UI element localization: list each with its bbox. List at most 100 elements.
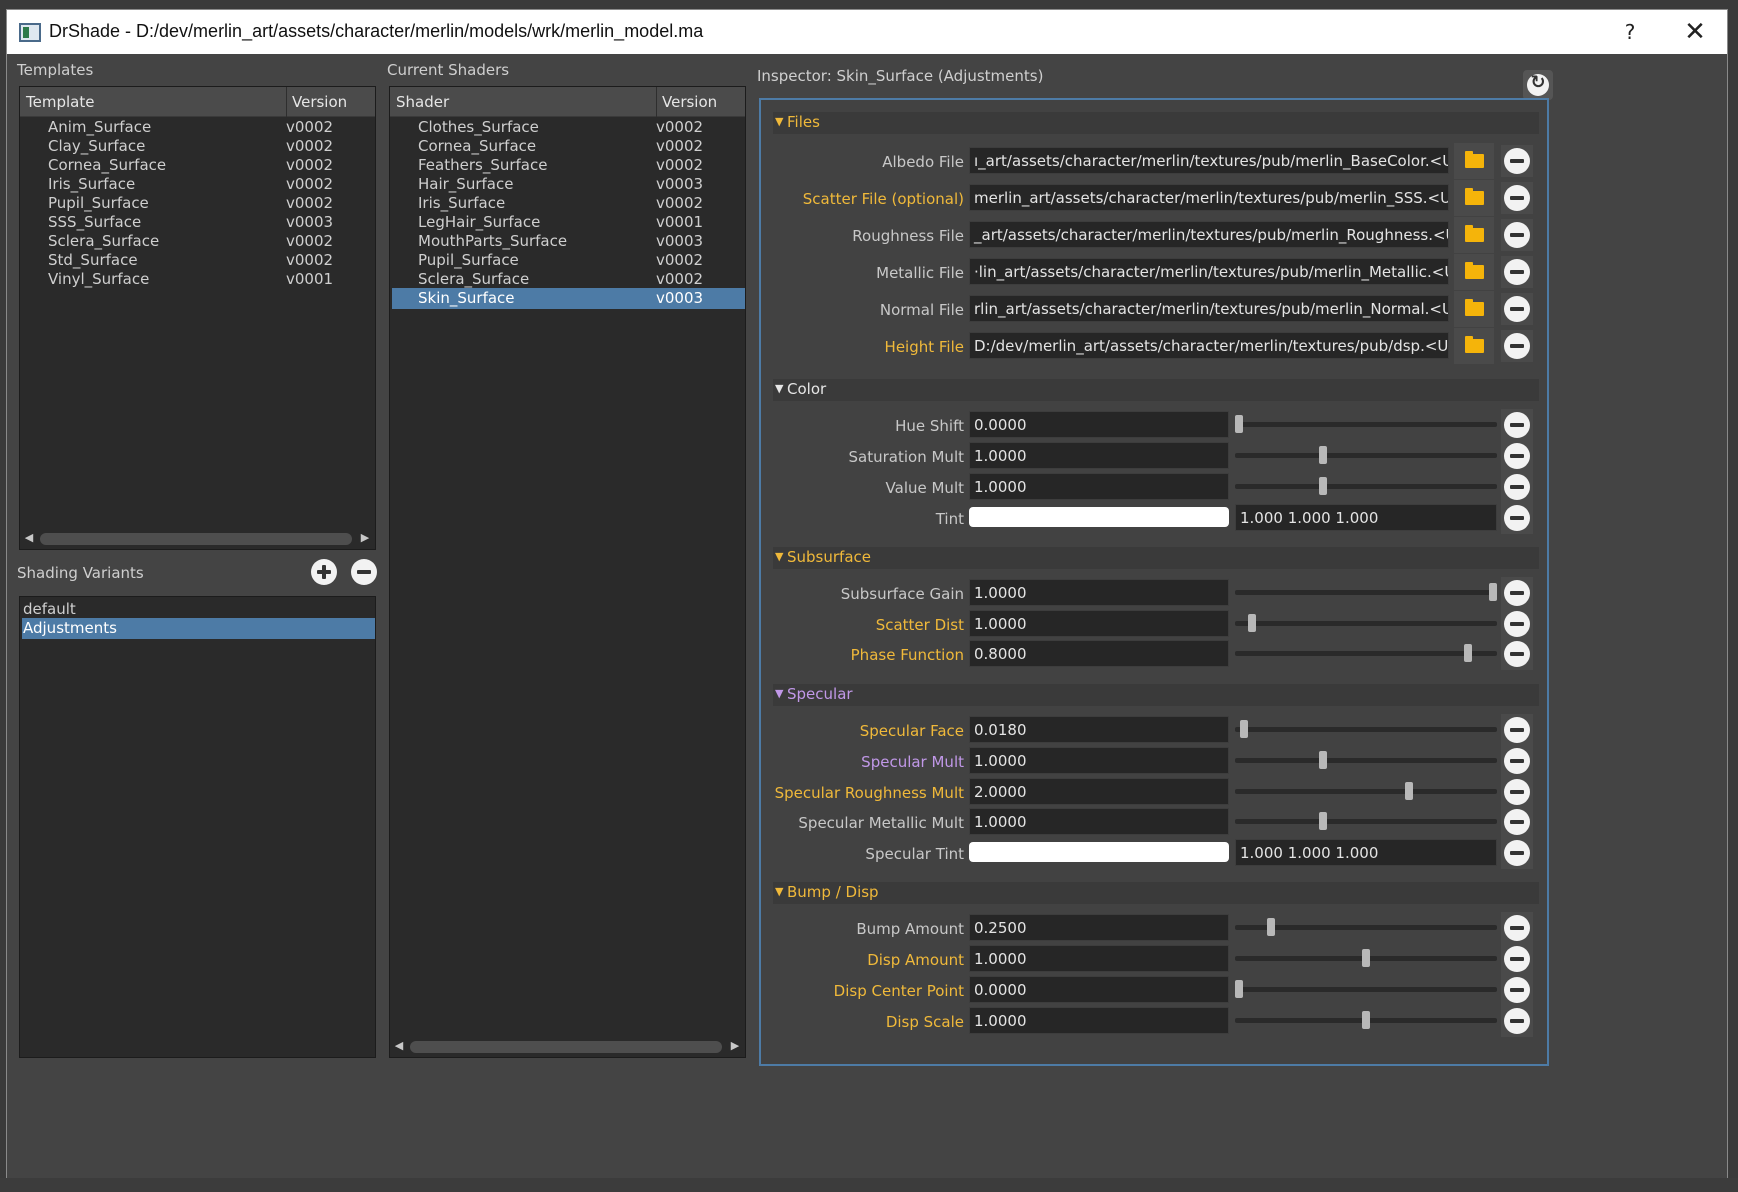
metallic-browse-button[interactable]: [1454, 254, 1494, 290]
saturation-mult-clear-button[interactable]: [1504, 443, 1530, 469]
table-row[interactable]: LegHair_Surface v0001: [392, 212, 745, 233]
specular-roughness-mult-field[interactable]: 2.0000: [969, 778, 1229, 805]
specular-tint-clear-button[interactable]: [1504, 840, 1530, 866]
scroll-thumb[interactable]: [410, 1041, 722, 1053]
table-row[interactable]: Feathers_Surface v0002: [392, 155, 745, 176]
roughness-clear-button[interactable]: [1504, 222, 1530, 248]
slider-handle[interactable]: [1405, 782, 1413, 800]
slider-handle[interactable]: [1464, 644, 1472, 662]
albedo-clear-button[interactable]: [1504, 148, 1530, 174]
subsurface-gain-slider[interactable]: [1235, 579, 1497, 606]
metallic-file-field[interactable]: ·lin_art/assets/character/merlin/texture…: [969, 258, 1449, 285]
height-clear-button[interactable]: [1504, 333, 1530, 359]
metallic-clear-button[interactable]: [1504, 259, 1530, 285]
slider-handle[interactable]: [1489, 583, 1497, 601]
disp-center-point-clear-button[interactable]: [1504, 977, 1530, 1003]
remove-variant-button[interactable]: [351, 559, 377, 585]
specular-metallic-mult-field[interactable]: 1.0000: [969, 808, 1229, 835]
section-bump-disp-header[interactable]: ▼ Bump / Disp: [773, 882, 1539, 904]
templates-table[interactable]: Template Version Anim_Surface v0002 Clay_S…: [19, 86, 376, 550]
shaders-hscrollbar[interactable]: ◀ ▶: [392, 1037, 743, 1055]
hue-shift-slider[interactable]: [1235, 411, 1497, 438]
height-file-field[interactable]: D:/dev/merlin_art/assets/character/merli…: [969, 332, 1449, 359]
value-mult-clear-button[interactable]: [1504, 474, 1530, 500]
bump-amount-field[interactable]: 0.2500: [969, 914, 1229, 941]
table-row[interactable]: Cornea_Surface v0002: [22, 155, 375, 176]
slider-handle[interactable]: [1248, 614, 1256, 632]
scroll-thumb[interactable]: [40, 533, 352, 545]
disp-center-point-slider[interactable]: [1235, 976, 1497, 1003]
specular-face-field[interactable]: 0.0180: [969, 716, 1229, 743]
slider-handle[interactable]: [1362, 949, 1370, 967]
bump-amount-clear-button[interactable]: [1504, 915, 1530, 941]
specular-mult-slider[interactable]: [1235, 747, 1497, 774]
table-row[interactable]: Pupil_Surface v0002: [22, 193, 375, 214]
close-button[interactable]: ✕: [1677, 16, 1713, 48]
section-specular-header[interactable]: ▼ Specular: [773, 684, 1539, 706]
table-row[interactable]: Sclera_Surface v0002: [22, 231, 375, 252]
specular-face-slider[interactable]: [1235, 716, 1497, 743]
specular-face-clear-button[interactable]: [1504, 717, 1530, 743]
hue-shift-clear-button[interactable]: [1504, 412, 1530, 438]
scroll-right-icon[interactable]: ▶: [728, 1037, 742, 1055]
tint-value-field[interactable]: 1.000 1.000 1.000: [1235, 504, 1497, 531]
bump-amount-slider[interactable]: [1235, 914, 1497, 941]
scatter-file-field[interactable]: merlin_art/assets/character/merlin/textu…: [969, 184, 1449, 211]
scatter-browse-button[interactable]: [1454, 180, 1494, 216]
value-mult-field[interactable]: 1.0000: [969, 473, 1229, 500]
subsurface-gain-clear-button[interactable]: [1504, 580, 1530, 606]
slider-handle[interactable]: [1319, 812, 1327, 830]
specular-tint-value-field[interactable]: 1.000 1.000 1.000: [1235, 839, 1497, 866]
scroll-right-icon[interactable]: ▶: [358, 529, 372, 547]
albedo-file-field[interactable]: ı_art/assets/character/merlin/textures/p…: [969, 147, 1449, 174]
slider-handle[interactable]: [1319, 477, 1327, 495]
tint-clear-button[interactable]: [1504, 505, 1530, 531]
col-shader-header[interactable]: Shader: [396, 93, 449, 111]
slider-handle[interactable]: [1319, 446, 1327, 464]
section-subsurface-header[interactable]: ▼ Subsurface: [773, 547, 1539, 569]
saturation-mult-slider[interactable]: [1235, 442, 1497, 469]
phase-function-slider[interactable]: [1235, 640, 1497, 667]
subsurface-gain-field[interactable]: 1.0000: [969, 579, 1229, 606]
table-row[interactable]: Clay_Surface v0002: [22, 136, 375, 157]
table-row[interactable]: Std_Surface v0002: [22, 250, 375, 271]
disp-amount-clear-button[interactable]: [1504, 946, 1530, 972]
scatter-dist-clear-button[interactable]: [1504, 611, 1530, 637]
col-version-header[interactable]: Version: [662, 93, 717, 111]
list-item[interactable]: Adjustments: [22, 618, 375, 639]
add-variant-button[interactable]: [311, 559, 337, 585]
roughness-file-field[interactable]: _art/assets/character/merlin/textures/pu…: [969, 221, 1449, 248]
specular-tint-color-swatch[interactable]: [969, 842, 1229, 862]
specular-metallic-mult-slider[interactable]: [1235, 808, 1497, 835]
specular-mult-field[interactable]: 1.0000: [969, 747, 1229, 774]
scatter-dist-slider[interactable]: [1235, 610, 1497, 637]
table-row[interactable]: Iris_Surface v0002: [22, 174, 375, 195]
section-files-header[interactable]: ▼ Files: [773, 112, 1539, 134]
slider-handle[interactable]: [1235, 415, 1243, 433]
scatter-clear-button[interactable]: [1504, 185, 1530, 211]
table-row[interactable]: Anim_Surface v0002: [22, 117, 375, 138]
saturation-mult-field[interactable]: 1.0000: [969, 442, 1229, 469]
phase-function-clear-button[interactable]: [1504, 641, 1530, 667]
normal-clear-button[interactable]: [1504, 296, 1530, 322]
table-row[interactable]: Clothes_Surface v0002: [392, 117, 745, 138]
table-row[interactable]: Skin_Surface v0003: [392, 288, 745, 309]
specular-mult-clear-button[interactable]: [1504, 748, 1530, 774]
col-template-header[interactable]: Template: [26, 93, 94, 111]
shaders-table[interactable]: Shader Version Clothes_Surface v0002 Corne…: [389, 86, 746, 1058]
disp-amount-field[interactable]: 1.0000: [969, 945, 1229, 972]
variants-list[interactable]: default Adjustments: [19, 596, 376, 1058]
slider-handle[interactable]: [1319, 751, 1327, 769]
phase-function-field[interactable]: 0.8000: [969, 640, 1229, 667]
slider-handle[interactable]: [1362, 1011, 1370, 1029]
slider-handle[interactable]: [1267, 918, 1275, 936]
refresh-button[interactable]: [1523, 70, 1553, 100]
table-row[interactable]: Sclera_Surface v0002: [392, 269, 745, 290]
value-mult-slider[interactable]: [1235, 473, 1497, 500]
slider-handle[interactable]: [1240, 720, 1248, 738]
list-item[interactable]: default: [22, 599, 375, 620]
table-row[interactable]: Vinyl_Surface v0001: [22, 269, 375, 290]
disp-scale-clear-button[interactable]: [1504, 1008, 1530, 1034]
col-version-header[interactable]: Version: [292, 93, 347, 111]
table-row[interactable]: Pupil_Surface v0002: [392, 250, 745, 271]
